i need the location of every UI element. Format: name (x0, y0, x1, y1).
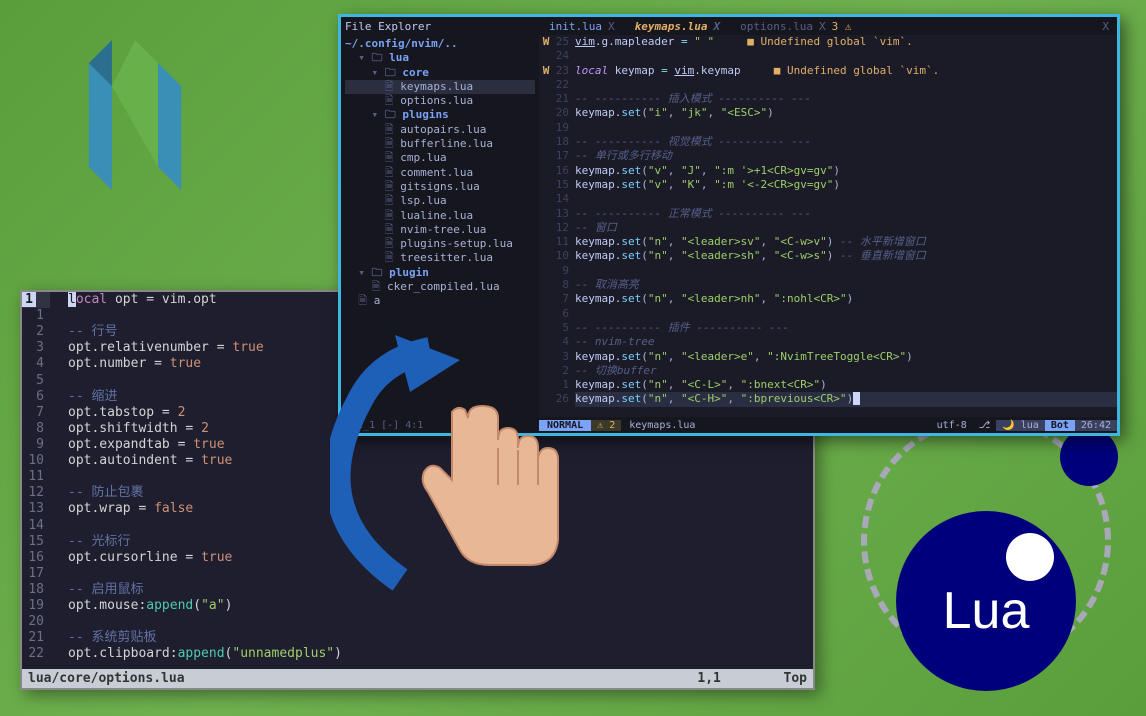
tab-bar: File Explorer init.luaXkeymaps.luaXoptio… (341, 17, 1117, 35)
status-pos: 1,1 Top (697, 671, 807, 686)
code-line[interactable]: 7keymap.set("n", "<leader>nh", ":nohl<CR… (539, 292, 1117, 306)
time-badge: 26:42 (1075, 420, 1117, 431)
tree-file-autopairs.lua[interactable]: 🗎 autopairs.lua (345, 123, 535, 137)
code-line[interactable]: 14 (539, 192, 1117, 206)
code-line[interactable]: 16keymap.set("v", "J", ":m '>+1<CR>gv=gv… (539, 164, 1117, 178)
code-line[interactable]: 24 (539, 49, 1117, 63)
tree-file-a[interactable]: 🗎 a (345, 294, 535, 308)
tree-file-plugins-setup.lua[interactable]: 🗎 plugins-setup.lua (345, 237, 535, 251)
code-line[interactable]: 12-- 窗口 (539, 221, 1117, 235)
code-line[interactable]: 18-- ---------- 视觉模式 ---------- --- (539, 135, 1117, 149)
file-badge: keymaps.lua (621, 420, 703, 431)
file-explorer-title: File Explorer (341, 20, 539, 33)
branch-icon: ⎇ (973, 420, 997, 431)
code-line[interactable]: 13-- ---------- 正常模式 ---------- --- (539, 207, 1117, 221)
code-line[interactable]: 20 (22, 614, 813, 630)
code-line[interactable]: 3keymap.set("n", "<leader>e", ":NvimTree… (539, 350, 1117, 364)
code-line[interactable]: W25vim.g.mapleader = " " ■ Undefined glo… (539, 35, 1117, 49)
code-line[interactable]: 5-- ---------- 插件 ---------- --- (539, 321, 1117, 335)
code-line[interactable]: 19 (539, 121, 1117, 135)
tree-file-gitsigns.lua[interactable]: 🗎 gitsigns.lua (345, 180, 535, 194)
code-line[interactable]: 17-- 单行或多行移动 (539, 149, 1117, 163)
hand-pointer-icon (330, 330, 610, 610)
code-line[interactable]: 9 (539, 264, 1117, 278)
encoding-badge: utf-8 (931, 420, 973, 431)
pos-badge: Bot (1045, 420, 1075, 431)
tab-options-lua[interactable]: options.luaX 3 ⚠ (730, 20, 861, 33)
tree-file-keymaps.lua[interactable]: 🗎 keymaps.lua (345, 80, 535, 94)
code-line[interactable]: 1keymap.set("n", "<C-L>", ":bnext<CR>") (539, 378, 1117, 392)
code-line[interactable]: 8-- 取消高亮 (539, 278, 1117, 292)
tree-file-cmp.lua[interactable]: 🗎 cmp.lua (345, 151, 535, 165)
code-line[interactable]: 10keymap.set("n", "<leader>sh", "<C-w>s"… (539, 249, 1117, 263)
statusbar: lua/core/options.lua 1,1 Top (22, 669, 813, 688)
code-line[interactable]: 6 (539, 307, 1117, 321)
close-all-icon[interactable]: X (1102, 20, 1117, 33)
code-line[interactable]: 21-- 系统剪贴板 (22, 630, 813, 646)
tree-folder-plugins[interactable]: ▾ 🗀 plugins (345, 108, 535, 122)
lua-logo-text: Lua (943, 581, 1030, 641)
tree-file-nvim-tree.lua[interactable]: 🗎 nvim-tree.lua (345, 223, 535, 237)
code-line[interactable]: 20keymap.set("i", "jk", "<ESC>") (539, 106, 1117, 120)
neovim-logo (75, 40, 195, 190)
lua-logo: Lua (866, 436, 1126, 696)
code-line[interactable]: W23local keymap = vim.keymap ■ Undefined… (539, 64, 1117, 78)
tree-path: ~/.config/nvim/.. (345, 37, 535, 51)
code-line[interactable]: 22 (539, 78, 1117, 92)
code-line[interactable]: 11keymap.set("n", "<leader>sv", "<C-w>v"… (539, 235, 1117, 249)
close-icon[interactable]: X (713, 20, 720, 33)
absolute-linenum: 1 (22, 292, 36, 307)
tree-file-comment.lua[interactable]: 🗎 comment.lua (345, 166, 535, 180)
code-line[interactable]: 26keymap.set("n", "<C-H>", ":bprevious<C… (539, 392, 1117, 406)
tree-folder-core[interactable]: ▾ 🗀 core (345, 66, 535, 80)
tree-file-lualine.lua[interactable]: 🗎 lualine.lua (345, 209, 535, 223)
tree-folder-plugin[interactable]: ▾ 🗀 plugin (345, 266, 535, 280)
tree-file-lsp.lua[interactable]: 🗎 lsp.lua (345, 194, 535, 208)
tree-file-bufferline.lua[interactable]: 🗎 bufferline.lua (345, 137, 535, 151)
tab-init-lua[interactable]: init.luaX (539, 20, 625, 33)
code-line[interactable]: 2-- 切换buffer (539, 364, 1117, 378)
tree-folder-lua[interactable]: ▾ 🗀 lua (345, 51, 535, 65)
code-line[interactable]: 15keymap.set("v", "K", ":m '<-2<CR>gv=gv… (539, 178, 1117, 192)
tree-file-options.lua[interactable]: 🗎 options.lua (345, 94, 535, 108)
status-file: lua/core/options.lua (28, 671, 185, 686)
lang-badge: 🌙 lua (996, 420, 1045, 431)
close-icon[interactable]: X (608, 20, 615, 33)
code-line[interactable]: 22opt.clipboard:append("unnamedplus") (22, 646, 813, 662)
tree-file-cker_compiled.lua[interactable]: 🗎 cker_compiled.lua (345, 280, 535, 294)
code-line[interactable]: 4-- nvim-tree (539, 335, 1117, 349)
code-panel[interactable]: W25vim.g.mapleader = " " ■ Undefined glo… (539, 35, 1117, 417)
tab-keymaps-lua[interactable]: keymaps.luaX (625, 20, 730, 33)
close-icon[interactable]: X (819, 20, 826, 33)
code-line[interactable]: 21-- ---------- 插入模式 ---------- --- (539, 92, 1117, 106)
tree-file-treesitter.lua[interactable]: 🗎 treesitter.lua (345, 251, 535, 265)
